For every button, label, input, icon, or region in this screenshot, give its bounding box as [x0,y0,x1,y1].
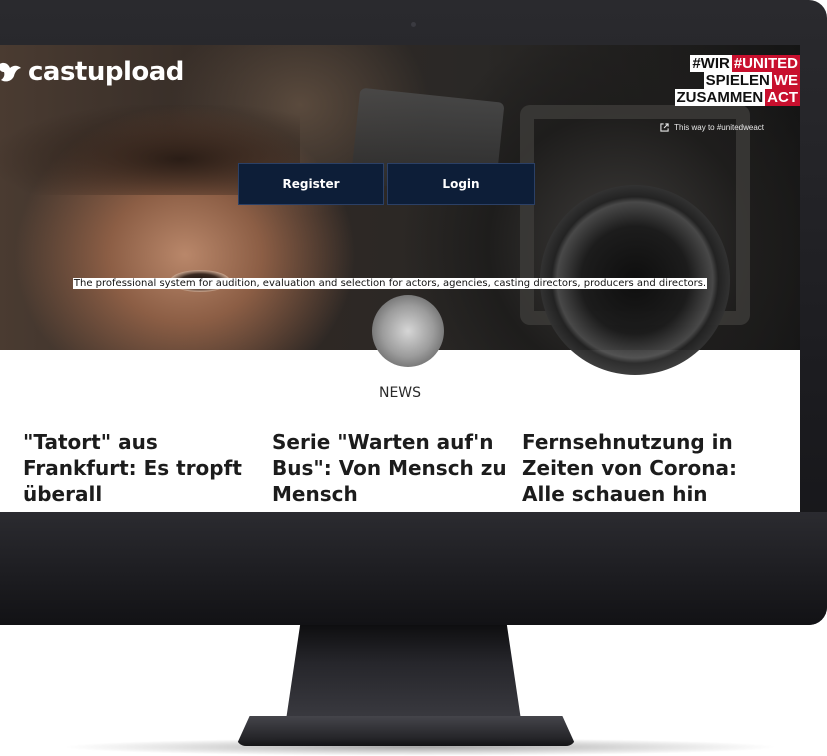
monitor-chin [0,512,827,625]
news-item-warten-auf-n-bus[interactable]: Serie "Warten auf'n Bus": Von Mensch zu … [272,429,512,507]
login-button[interactable]: Login [387,163,535,205]
campaign-text-spielen: SPIELEN [703,72,772,89]
campaign-text-united: #UNITED [731,55,800,72]
news-heading: NEWS [378,385,422,401]
campaign-row-3: ZUSAMMEN ACT [674,89,800,106]
campaign-row-1: #WIR #UNITED [675,55,800,72]
campaign-text-act: ACT [765,89,800,106]
register-button[interactable]: Register [238,163,384,205]
hero-tagline: The professional system for audition, ev… [30,275,750,292]
campaign-text-zusammen: ZUSAMMEN [674,89,766,106]
browser-screen: castupload #WIR #UNITED SPIELEN WE ZUSAMME… [0,45,800,512]
unitedweact-link[interactable]: This way to #unitedweact [660,123,764,132]
monitor-stand-neck [286,625,521,720]
logo-text: castupload [28,57,184,87]
news-item-fernsehnutzung[interactable]: Fernsehnutzung in Zeiten von Corona: All… [522,429,762,507]
hero-tagline-text: The professional system for audition, ev… [72,278,708,289]
campaign-text-wir: #WIR [690,55,732,72]
bird-icon [0,62,21,82]
castupload-logo[interactable]: castupload [0,57,184,87]
unitedweact-link-text: This way to #unitedweact [674,123,764,132]
campaign-text-we: WE [771,72,800,89]
external-link-icon [660,123,669,132]
floor-shadow [60,738,780,756]
campaign-row-2: SPIELEN WE [675,72,800,89]
hero-banner: castupload #WIR #UNITED SPIELEN WE ZUSAMME… [0,45,800,375]
imac-monitor: castupload #WIR #UNITED SPIELEN WE ZUSAMME… [0,0,827,625]
hero-photo-eyepiece [372,295,444,367]
webcam-dot [411,22,416,27]
unitedweact-campaign-badge[interactable]: #WIR #UNITED SPIELEN WE ZUSAMMEN ACT [674,55,800,106]
news-item-tatort[interactable]: "Tatort" aus Frankfurt: Es tropft überal… [23,429,263,507]
